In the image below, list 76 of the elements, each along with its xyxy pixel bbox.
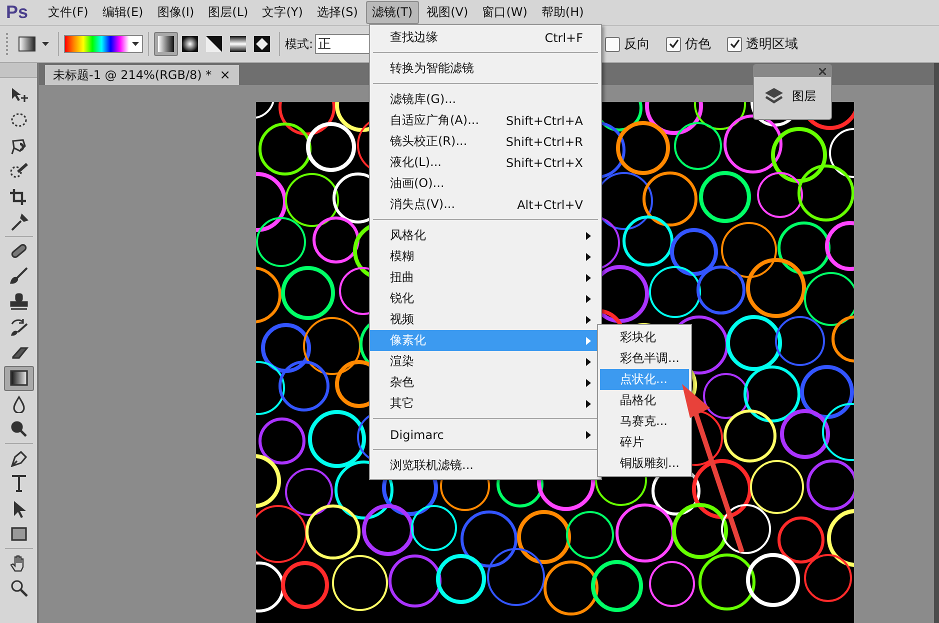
menu-item[interactable]: 消失点(V)... Alt+Ctrl+V bbox=[370, 194, 601, 215]
menu-item[interactable]: 风格化 bbox=[370, 225, 601, 246]
caret-icon bbox=[132, 42, 139, 46]
app-logo: Ps bbox=[6, 2, 28, 23]
reflected-gradient-icon bbox=[230, 36, 246, 52]
brush-tool-icon bbox=[8, 267, 28, 286]
menu-item[interactable]: 编辑(E) bbox=[96, 1, 150, 24]
menu-item[interactable]: 滤镜(T) bbox=[366, 1, 419, 24]
rectangle-tool-icon bbox=[8, 525, 28, 544]
menu-item[interactable]: 锐化 bbox=[370, 288, 601, 309]
quick-select-tool-icon bbox=[8, 162, 28, 180]
radial-gradient-icon bbox=[182, 36, 198, 52]
dodge-tool-icon bbox=[8, 420, 28, 438]
zoom-tool-icon bbox=[8, 579, 28, 598]
menu-item[interactable]: 晶格化 bbox=[600, 390, 689, 411]
tool-preset-picker[interactable] bbox=[18, 36, 36, 52]
checkbox-label: 透明区域 bbox=[746, 36, 798, 53]
checkbox-label: 仿色 bbox=[685, 36, 712, 53]
menu-item[interactable]: 铜版雕刻... bbox=[600, 453, 689, 474]
menu-item[interactable]: 彩色半调... bbox=[600, 348, 689, 369]
menu-item[interactable]: 其它 bbox=[370, 393, 601, 414]
menu-item[interactable]: 视频 bbox=[370, 309, 601, 330]
menu-item[interactable]: 自适应广角(A)... Shift+Ctrl+A bbox=[370, 110, 601, 131]
menu-item[interactable]: 滤镜库(G)... bbox=[370, 89, 601, 110]
shortcut-text: Ctrl+F bbox=[544, 30, 583, 44]
menu-item[interactable]: 模糊 bbox=[370, 246, 601, 267]
menu-item[interactable]: 转换为智能滤镜 bbox=[370, 58, 601, 79]
menu-item[interactable]: 镜头校正(R)... Shift+Ctrl+R bbox=[370, 131, 601, 152]
menu-item[interactable]: 窗口(W) bbox=[476, 1, 534, 24]
eyedropper-tool-icon bbox=[8, 213, 28, 232]
linear-gradient-icon bbox=[158, 36, 174, 52]
close-icon[interactable]: × bbox=[220, 68, 231, 82]
menu-item[interactable]: 文件(F) bbox=[42, 1, 94, 24]
gradient-tool-icon bbox=[8, 369, 28, 388]
menu-item[interactable]: Digimarc bbox=[370, 424, 601, 445]
shortcut-text: Shift+Ctrl+X bbox=[506, 156, 583, 170]
menu-item[interactable]: 杂色 bbox=[370, 372, 601, 393]
menu-item[interactable]: 马赛克... bbox=[600, 411, 689, 432]
layers-button[interactable]: 图层 bbox=[754, 77, 816, 105]
caret-icon[interactable] bbox=[42, 42, 49, 46]
document-tab[interactable]: 未标题-1 @ 214%(RGB/8) * × bbox=[45, 65, 239, 85]
menu-item[interactable]: 视图(V) bbox=[420, 1, 474, 24]
menu-item[interactable]: 图层(L) bbox=[202, 1, 254, 24]
shortcut-text: Alt+Ctrl+V bbox=[517, 198, 583, 212]
menu-item[interactable]: 浏览联机滤镜... bbox=[370, 455, 601, 476]
checkbox-label: 反向 bbox=[624, 36, 650, 53]
menu-item[interactable]: 渲染 bbox=[370, 351, 601, 372]
diamond-gradient-icon bbox=[254, 36, 270, 52]
menu-item[interactable]: 文字(Y) bbox=[256, 1, 309, 24]
stamp-tool-icon bbox=[8, 292, 28, 311]
shortcut-text: Shift+Ctrl+R bbox=[506, 134, 583, 148]
close-icon[interactable] bbox=[819, 68, 826, 74]
crop-tool-icon bbox=[8, 188, 28, 206]
marquee-tool-icon bbox=[8, 111, 28, 130]
lasso-tool-icon bbox=[8, 136, 28, 155]
shortcut-text: Shift+Ctrl+A bbox=[506, 114, 583, 128]
checkbox[interactable] bbox=[666, 36, 682, 52]
history-tool-icon bbox=[8, 318, 28, 336]
menu-item[interactable]: 液化(L)... Shift+Ctrl+X bbox=[370, 152, 601, 173]
menu-item[interactable]: 图像(I) bbox=[151, 1, 200, 24]
menu-item[interactable]: 扭曲 bbox=[370, 267, 601, 288]
menu-item[interactable]: 彩块化 bbox=[600, 327, 689, 348]
menu-item[interactable]: 帮助(H) bbox=[535, 1, 590, 24]
angle-gradient-icon bbox=[206, 36, 222, 52]
menu-item[interactable]: 碎片 bbox=[600, 432, 689, 453]
mode-label: 模式: bbox=[285, 36, 314, 52]
menu-item[interactable]: 选择(S) bbox=[310, 1, 364, 24]
linear-gradient-button[interactable] bbox=[154, 32, 178, 56]
gradient-picker[interactable] bbox=[64, 35, 143, 53]
menu-item[interactable]: 油画(O)... bbox=[370, 173, 601, 194]
document-title: 未标题-1 @ 214%(RGB/8) * bbox=[53, 66, 212, 84]
pen-tool-icon bbox=[8, 448, 28, 467]
checkbox[interactable] bbox=[727, 36, 742, 52]
layers-icon bbox=[764, 87, 784, 105]
checkbox[interactable] bbox=[605, 36, 620, 52]
gradient-tool-button[interactable] bbox=[4, 366, 34, 391]
